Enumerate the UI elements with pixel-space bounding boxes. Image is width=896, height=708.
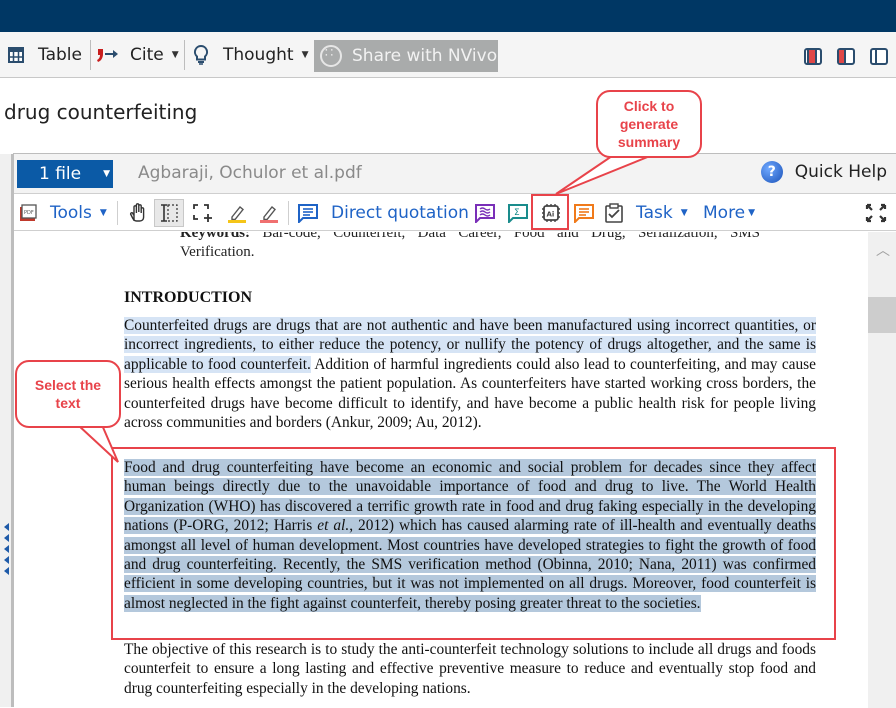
text-select-tool-button[interactable] [154,199,184,227]
pdf-toolbar: PDF Tools ▼ Direct quotation Σ Ai Task ▼… [14,195,896,231]
cite-icon [97,49,118,62]
toolbar-divider [288,201,289,225]
clipboard-check-icon [605,203,623,223]
hand-tool-icon[interactable] [128,203,150,223]
scrollbar-thumb[interactable] [868,297,896,333]
help-icon: ? [760,161,783,183]
pdf-icon: PDF [20,204,37,221]
select-callout-text: Select the text [34,377,102,411]
text-select-icon [161,204,178,222]
vertical-scrollbar[interactable]: ︿ [868,232,896,708]
ai-icon-highlight-box [531,194,569,230]
keywords-line: Keywords: Bar-code, Counterfeit, Data Ca… [180,232,760,262]
direct-quotation-label: Direct quotation [331,203,469,223]
paragraph-1[interactable]: Counterfeited drugs are drugs that are n… [124,316,816,432]
quote-comment-icon [298,204,318,223]
quick-help-button[interactable]: ? Quick Help [760,161,887,183]
table-button[interactable]: Table [8,32,82,78]
section-heading: INTRODUCTION [124,289,253,306]
svg-text:PDF: PDF [24,210,34,216]
pane-layout-left-icon[interactable] [837,48,855,65]
keywords-text: Bar-code, Counterfeit, Data Career, Food… [180,232,761,260]
toolbar-divider [117,201,118,225]
tools-label: Tools [50,203,92,223]
area-select-icon[interactable] [192,203,214,223]
more-menu-button[interactable]: More ▼ [703,195,755,231]
ribbon-divider [184,40,185,70]
pane-layout-none-icon[interactable] [870,48,888,65]
collapse-arrow-icon[interactable] [4,545,9,553]
cite-button[interactable]: Cite ▼ [96,32,179,78]
paragraph-text: The objective of this research is to stu… [124,641,816,697]
scroll-up-icon[interactable]: ︿ [876,240,890,260]
highlight-red-icon[interactable] [258,203,280,223]
file-count-label: 1 file [39,164,82,184]
summary-callout: Click to generate summary [596,90,702,158]
task-label: Task [636,203,673,223]
comment-orange-icon[interactable] [573,203,595,223]
select-text-callout: Select the text [15,360,121,428]
chevron-down-icon: ▼ [680,208,688,218]
selection-highlight-box [111,447,836,640]
tools-menu-button[interactable]: PDF Tools ▼ [18,195,107,231]
summary-note-icon[interactable]: Σ [507,203,529,223]
chevron-down-icon: ▼ [748,208,756,218]
highlight-yellow-icon[interactable] [226,203,248,223]
chevron-down-icon: ▼ [171,50,179,60]
collapse-arrow-icon[interactable] [4,534,9,542]
keywords-label: Keywords: [180,232,250,241]
pane-layout-both-icon[interactable] [804,48,822,65]
ribbon-divider [90,40,91,70]
cite-label: Cite [130,45,164,65]
summary-callout-text: Click to generate summary [617,98,681,150]
svg-text:Σ: Σ [514,208,520,218]
lightbulb-icon [193,45,209,65]
chevron-down-icon: ▼ [103,169,111,179]
chevron-down-icon: ▼ [301,50,309,60]
table-icon [8,47,24,63]
table-label: Table [38,45,82,65]
collapse-arrow-icon[interactable] [4,567,9,575]
direct-quotation-button[interactable]: Direct quotation [297,195,469,231]
title-bar [0,0,896,32]
file-bar: 1 file ▼ Agbaraji, Ochulor et al.pdf ? Q… [14,154,896,194]
thought-label: Thought [223,45,294,65]
fullscreen-icon[interactable] [865,203,887,223]
chevron-down-icon: ▼ [99,208,107,218]
collapse-arrow-icon[interactable] [4,523,9,531]
thought-button[interactable]: Thought ▼ [193,32,309,78]
collapse-arrow-icon[interactable] [4,556,9,564]
quick-help-label: Quick Help [794,162,887,182]
ribbon-toolbar: Table Cite ▼ Thought ▼ Share with NVivo [0,32,896,78]
paraphrase-icon[interactable] [474,203,496,223]
file-name: Agbaraji, Ochulor et al.pdf [138,163,362,183]
left-collapse-rail[interactable] [0,154,13,707]
more-label: More [703,203,746,223]
file-selector-button[interactable]: 1 file ▼ [17,160,113,188]
page-title: drug counterfeiting [4,100,198,124]
share-label: Share with NVivo [352,46,498,66]
paragraph-3: The objective of this research is to stu… [124,640,816,698]
share-with-nvivo-button[interactable]: Share with NVivo [314,40,498,72]
share-icon [320,45,342,67]
task-menu-button[interactable]: Task ▼ [604,195,688,231]
